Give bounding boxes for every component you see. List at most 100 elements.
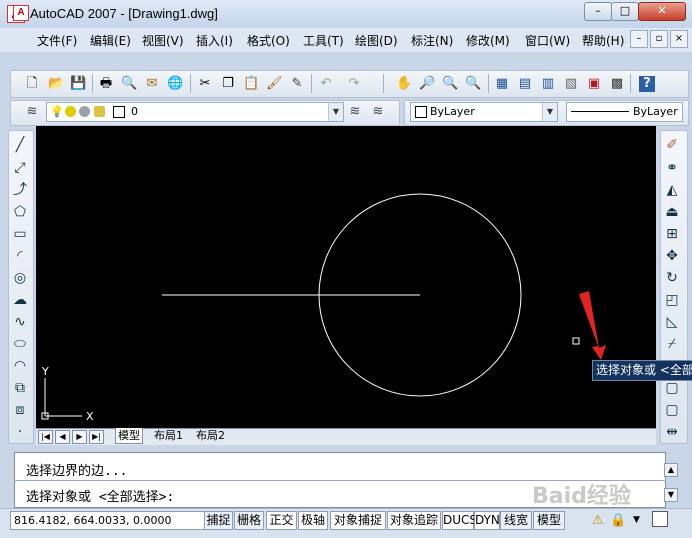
match-properties-icon[interactable]: 🖌 [266, 76, 283, 92]
calculator-icon[interactable]: ▩ [609, 76, 625, 92]
prev-tab-button[interactable]: ◀ [55, 430, 70, 444]
sheet-set-icon[interactable]: ▧ [563, 76, 579, 92]
ellipse-icon[interactable]: ⬭ [11, 335, 29, 353]
new-file-icon[interactable]: 🗋 [24, 76, 40, 92]
stretch-icon[interactable]: ◺ [663, 313, 681, 331]
tab-layout1[interactable]: 布局1 [152, 428, 185, 443]
menu-help[interactable]: 帮助(H) [582, 32, 624, 49]
line-tool-icon[interactable]: ╱ [11, 136, 29, 154]
chamfer-icon[interactable]: ▢ [663, 401, 681, 419]
document-icon[interactable]: A [13, 5, 29, 21]
polyline-icon[interactable]: ⤴ [11, 181, 29, 199]
open-file-icon[interactable]: 📂 [48, 76, 64, 92]
model-toggle[interactable]: 模型 [533, 511, 565, 530]
next-tab-button[interactable]: ▶ [72, 430, 87, 444]
scale-icon[interactable]: ◰ [663, 291, 681, 309]
menu-view[interactable]: 视图(V) [142, 32, 184, 49]
spline-icon[interactable]: ∿ [11, 313, 29, 331]
last-tab-button[interactable]: ▶| [89, 430, 104, 444]
layer-previous-icon[interactable]: ≋ [370, 104, 386, 120]
rotate-icon[interactable]: ↻ [663, 269, 681, 287]
lineweight-toggle[interactable]: 线宽 [500, 511, 532, 530]
print-icon[interactable]: 🖶 [98, 76, 114, 92]
properties-icon[interactable]: ▦ [494, 76, 510, 92]
otrack-toggle[interactable]: 对象追踪 [387, 511, 441, 530]
ducs-toggle[interactable]: DUCS [442, 511, 477, 530]
osnap-toggle[interactable]: 对象捕捉 [330, 511, 386, 530]
undo-icon[interactable]: ↶ [318, 76, 334, 92]
mirror-icon[interactable]: ◭ [663, 181, 681, 199]
publish-icon[interactable]: ✉ [144, 76, 160, 92]
command-prompt-line[interactable]: 选择对象或 <全部选择>: [26, 486, 174, 505]
close-button[interactable]: ✕ [638, 2, 686, 21]
coordinates-readout[interactable]: 816.4182, 664.0033, 0.0000 [10, 511, 205, 530]
doc-restore-button[interactable]: ▫ [650, 30, 668, 48]
rectangle-icon[interactable]: ▭ [11, 225, 29, 243]
make-current-icon[interactable]: ≋ [347, 104, 363, 120]
scroll-down-button[interactable]: ▼ [664, 488, 678, 502]
trim-icon[interactable]: ⌿ [663, 335, 681, 353]
snap-toggle[interactable]: 捕捉 [204, 511, 233, 530]
grid-toggle[interactable]: 栅格 [234, 511, 264, 530]
print-preview-icon[interactable]: 🔍 [121, 76, 137, 92]
menu-edit[interactable]: 编辑(E) [90, 32, 131, 49]
chevron-down-icon[interactable]: ▼ [633, 515, 640, 525]
zoom-window-icon[interactable]: 🔍 [442, 76, 458, 92]
dyn-toggle[interactable]: DYN [474, 511, 500, 530]
block-editor-icon[interactable]: ✎ [289, 76, 305, 92]
help-icon[interactable]: ? [639, 76, 655, 92]
move-icon[interactable]: ✥ [663, 247, 681, 265]
copy-object-icon[interactable]: ⚭ [663, 159, 681, 177]
construction-line-icon[interactable]: ⤢ [11, 159, 29, 177]
menu-window[interactable]: 窗口(W) [525, 32, 570, 49]
menu-draw[interactable]: 绘图(D) [355, 32, 398, 49]
lock-toolbar-icon[interactable]: 🔒 [610, 513, 626, 528]
scroll-up-button[interactable]: ▲ [664, 463, 678, 477]
doc-close-button[interactable]: × [670, 30, 688, 48]
clean-screen-icon[interactable] [652, 511, 668, 527]
make-block-icon[interactable]: ⧈ [11, 401, 29, 419]
copy-icon[interactable]: ❐ [220, 76, 236, 92]
point-icon[interactable]: · [11, 423, 29, 441]
menu-format[interactable]: 格式(O) [247, 32, 290, 49]
revision-cloud-icon[interactable]: ☁ [11, 291, 29, 309]
save-icon[interactable]: 💾 [70, 76, 86, 92]
minimize-button[interactable]: – [584, 2, 612, 21]
markup-icon[interactable]: ▣ [586, 76, 602, 92]
menu-modify[interactable]: 修改(M) [466, 32, 510, 49]
menu-insert[interactable]: 插入(I) [196, 32, 233, 49]
layer-manager-icon[interactable]: ≋ [24, 104, 40, 120]
menu-tools[interactable]: 工具(T) [303, 32, 344, 49]
arc-icon[interactable]: ◜ [11, 247, 29, 265]
redo-icon[interactable]: ↷ [346, 76, 362, 92]
color-control[interactable]: ByLayer ▼ [410, 102, 558, 122]
linetype-control[interactable]: ByLayer [566, 102, 683, 122]
web-publish-icon[interactable]: 🌐 [167, 76, 183, 92]
paste-icon[interactable]: 📋 [243, 76, 259, 92]
cut-icon[interactable]: ✂ [197, 76, 213, 92]
tool-palettes-icon[interactable]: ▥ [540, 76, 556, 92]
explode-icon[interactable]: ⇹ [663, 423, 681, 441]
tab-layout2[interactable]: 布局2 [194, 428, 227, 443]
ortho-toggle[interactable]: 正交 [266, 511, 297, 530]
warning-icon[interactable]: ⚠ [592, 513, 604, 528]
layer-combo[interactable]: 💡 0 ▼ [46, 102, 344, 122]
menu-file[interactable]: 文件(F) [37, 32, 77, 49]
ellipse-arc-icon[interactable]: ◠ [11, 357, 29, 375]
design-center-icon[interactable]: ▤ [517, 76, 533, 92]
first-tab-button[interactable]: |◀ [38, 430, 53, 444]
insert-block-icon[interactable]: ⧉ [11, 379, 29, 397]
zoom-previous-icon[interactable]: 🔍 [465, 76, 481, 92]
drawing-canvas[interactable]: Y X [36, 126, 656, 428]
circle-icon[interactable]: ◎ [11, 269, 29, 287]
polar-toggle[interactable]: 极轴 [298, 511, 328, 530]
zoom-realtime-icon[interactable]: 🔎 [419, 76, 435, 92]
break-icon[interactable]: ▢ [663, 379, 681, 397]
pan-icon[interactable]: ✋ [396, 76, 412, 92]
maximize-button[interactable]: □ [611, 2, 639, 21]
array-icon[interactable]: ⊞ [663, 225, 681, 243]
tab-model[interactable]: 模型 [115, 428, 143, 444]
offset-icon[interactable]: ⏏ [663, 203, 681, 221]
polygon-icon[interactable]: ⬠ [11, 203, 29, 221]
doc-minimize-button[interactable]: – [630, 30, 648, 48]
